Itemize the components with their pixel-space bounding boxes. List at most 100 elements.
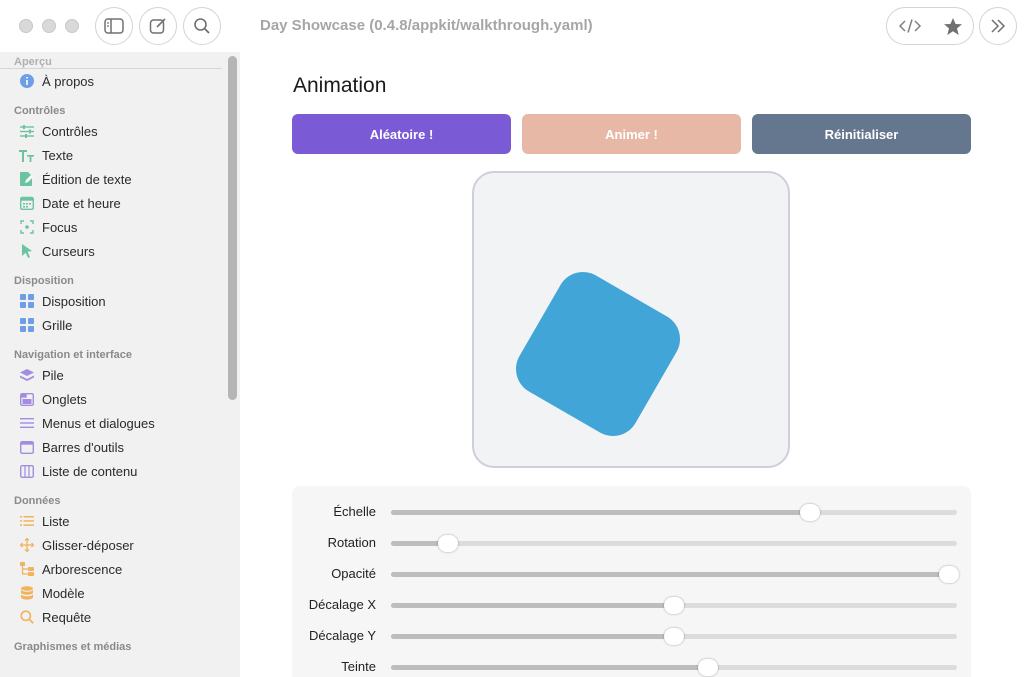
sidebar-item-label: Onglets	[42, 391, 87, 407]
sidebar-item-liste[interactable]: Liste	[0, 509, 240, 533]
slider-row: Rotation	[292, 533, 971, 553]
sidebar-item-date-heure[interactable]: Date et heure	[0, 191, 240, 215]
sidebar-section-navigation: Navigation et interface	[14, 349, 132, 361]
query-icon	[19, 610, 34, 624]
sidebar-item-label: Édition de texte	[42, 171, 132, 187]
slider-track[interactable]	[391, 659, 957, 676]
sidebar-item-label: Disposition	[42, 293, 106, 309]
slider-row: Décalage Y	[292, 626, 971, 646]
sidebar-item-liste-contenu[interactable]: Liste de contenu	[0, 459, 240, 483]
sidebar-item-pile[interactable]: Pile	[0, 363, 240, 387]
sidebar-item-glisser-deposer[interactable]: Glisser-déposer	[0, 533, 240, 557]
sidebar-section-controles: Contrôles	[14, 105, 66, 117]
window-title: Day Showcase (0.4.8/appkit/walkthrough.y…	[260, 17, 593, 34]
sidebar-item-arborescence[interactable]: Arborescence	[0, 557, 240, 581]
sidebar-item-texte[interactable]: Texte	[0, 143, 240, 167]
compose-button[interactable]	[139, 7, 177, 45]
star-icon[interactable]	[943, 17, 963, 36]
sidebar-item-label: À propos	[42, 73, 95, 89]
slider-fill	[391, 603, 674, 608]
slider-track[interactable]	[391, 628, 957, 645]
slider-track[interactable]	[391, 504, 957, 521]
slider-thumb[interactable]	[438, 535, 458, 552]
slider-thumb[interactable]	[698, 659, 718, 676]
slider-thumb[interactable]	[800, 504, 820, 521]
sidebar-item-requete[interactable]: Requête	[0, 605, 240, 629]
toolbar-icon	[19, 440, 34, 454]
chevron-double-right-icon	[991, 19, 1006, 33]
slider-track[interactable]	[391, 566, 959, 583]
slider-row: Décalage X	[292, 595, 971, 615]
sidebar-item-menus[interactable]: Menus et dialogues	[0, 411, 240, 435]
sidebar-item-label: Menus et dialogues	[42, 415, 155, 431]
slider-label: Opacité	[331, 566, 376, 581]
close-window-button[interactable]	[19, 19, 33, 33]
slider-thumb[interactable]	[664, 628, 684, 645]
sliders-icon	[19, 124, 34, 138]
content-list-icon	[19, 464, 34, 478]
sidebar-item-barres-outils[interactable]: Barres d'outils	[0, 435, 240, 459]
sidebar-item-label: Grille	[42, 317, 73, 333]
text-icon	[19, 149, 34, 162]
search-icon	[194, 18, 210, 34]
toggle-sidebar-button[interactable]	[95, 7, 133, 45]
sidebar-item-label: Contrôles	[42, 123, 98, 139]
sidebar-item-label: Glisser-déposer	[42, 537, 134, 553]
more-button[interactable]	[979, 7, 1017, 45]
slider-track[interactable]	[391, 535, 957, 552]
calendar-icon	[19, 196, 34, 210]
toolbar-group	[886, 7, 974, 45]
sidebar-section-graphismes: Graphismes et médias	[14, 641, 132, 653]
slider-thumb[interactable]	[939, 566, 959, 583]
tabs-icon	[19, 392, 34, 406]
slider-label: Teinte	[341, 659, 376, 674]
sidebar-item-focus[interactable]: Focus	[0, 215, 240, 239]
sidebar-item-controles[interactable]: Contrôles	[0, 119, 240, 143]
slider-row: Opacité	[292, 564, 971, 584]
sidebar-item-grille[interactable]: Grille	[0, 313, 240, 337]
sidebar-section-disposition: Disposition	[14, 275, 74, 287]
layout-grid-icon	[19, 294, 34, 308]
focus-icon	[19, 220, 34, 234]
minimize-window-button[interactable]	[42, 19, 56, 33]
sidebar: Aperçu À propos Contrôles Contrôles Text…	[0, 52, 240, 677]
compose-icon	[149, 18, 166, 34]
sidebar-section-donnees: Données	[14, 495, 61, 507]
slider-row: Teinte	[292, 657, 971, 677]
page-title: Animation	[293, 74, 387, 97]
title-bar: Day Showcase (0.4.8/appkit/walkthrough.y…	[0, 0, 1024, 52]
window-controls	[19, 19, 79, 33]
sidebar-scrollbar[interactable]	[228, 56, 237, 400]
zoom-window-button[interactable]	[65, 19, 79, 33]
cursor-icon	[21, 244, 32, 258]
slider-fill	[391, 510, 810, 515]
animation-canvas	[472, 171, 790, 468]
stack-icon	[19, 368, 34, 381]
app-window: Day Showcase (0.4.8/appkit/walkthrough.y…	[0, 0, 1024, 677]
slider-fill	[391, 634, 674, 639]
sidebar-item-label: Liste	[42, 513, 70, 529]
sidebar-item-onglets[interactable]: Onglets	[0, 387, 240, 411]
model-icon	[20, 586, 33, 600]
sidebar-item-label: Modèle	[42, 585, 85, 601]
sidebar-item-disposition[interactable]: Disposition	[0, 289, 240, 313]
drag-drop-icon	[19, 538, 34, 552]
sidebar-item-modele[interactable]: Modèle	[0, 581, 240, 605]
random-button[interactable]: Aléatoire !	[292, 114, 511, 154]
animated-square	[506, 262, 690, 446]
animate-button[interactable]: Animer !	[522, 114, 741, 154]
search-button[interactable]	[183, 7, 221, 45]
slider-label: Décalage Y	[309, 628, 376, 643]
sidebar-item-label: Barres d'outils	[42, 439, 124, 455]
code-icon[interactable]	[898, 18, 922, 34]
sidebar-item-label: Arborescence	[42, 561, 123, 577]
sidebar-item-label: Focus	[42, 219, 78, 235]
grid-icon	[19, 318, 34, 332]
slider-track[interactable]	[391, 597, 957, 614]
sidebar-item-about[interactable]: À propos	[0, 69, 240, 93]
sidebar-item-curseurs[interactable]: Curseurs	[0, 239, 240, 263]
slider-thumb[interactable]	[664, 597, 684, 614]
slider-fill	[391, 665, 708, 670]
sidebar-item-edition-texte[interactable]: Édition de texte	[0, 167, 240, 191]
reset-button[interactable]: Réinitialiser	[752, 114, 971, 154]
